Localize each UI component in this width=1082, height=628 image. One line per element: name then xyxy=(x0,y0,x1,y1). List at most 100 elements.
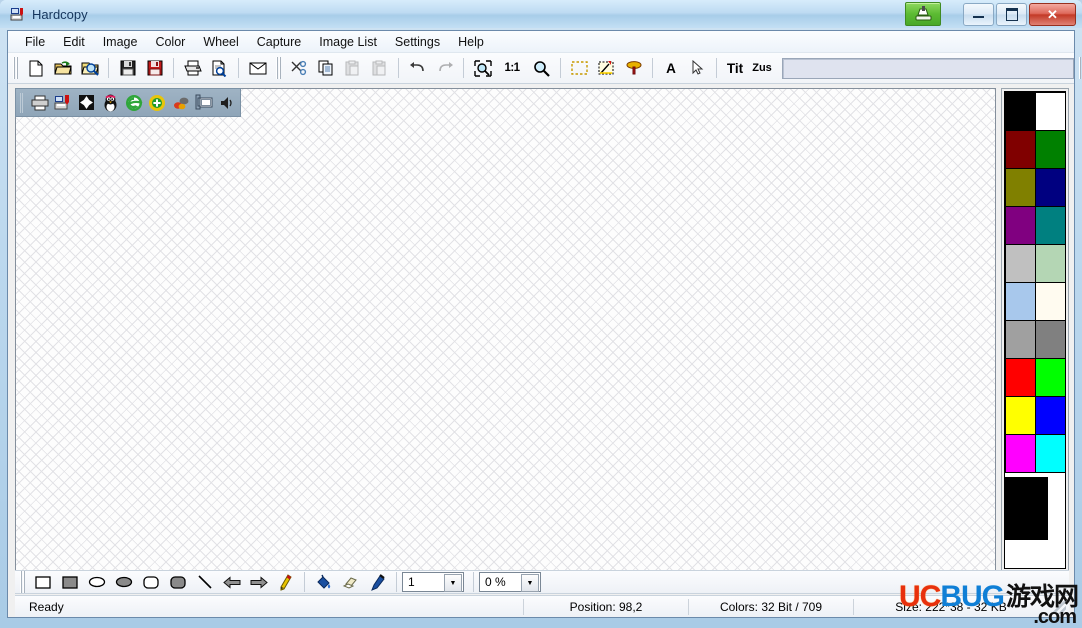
open-folder-icon[interactable] xyxy=(49,55,76,81)
rectangle-outline-tool[interactable] xyxy=(29,571,56,594)
line-tool[interactable] xyxy=(191,571,218,594)
palette-swatch[interactable] xyxy=(1005,320,1036,359)
grid-star-icon[interactable] xyxy=(75,90,98,115)
printer-icon[interactable] xyxy=(28,90,51,115)
scanner-capture-icon[interactable] xyxy=(905,2,941,26)
redo-icon[interactable] xyxy=(431,55,458,81)
zoom-fit-icon[interactable] xyxy=(469,55,496,81)
menu-wheel[interactable]: Wheel xyxy=(194,32,247,52)
zoom-actual-size[interactable]: 1:1 xyxy=(496,55,528,81)
speaker-icon[interactable] xyxy=(216,90,239,115)
application-window: Hardcopy ✕ xyxy=(0,0,1082,628)
toolbar-separator xyxy=(560,58,561,78)
pencil-tool[interactable] xyxy=(272,571,299,594)
quicklaunch-grip[interactable] xyxy=(20,93,24,113)
toolbar-grip-2[interactable] xyxy=(275,57,282,79)
palette-swatch[interactable] xyxy=(1035,396,1066,435)
palette-swatch[interactable] xyxy=(1005,434,1036,473)
foreground-color[interactable] xyxy=(1005,477,1048,540)
palette-swatch[interactable] xyxy=(1035,130,1066,169)
palette-swatch[interactable] xyxy=(1035,282,1066,321)
hardcopy-icon[interactable] xyxy=(52,90,75,115)
palette-swatch[interactable] xyxy=(1035,168,1066,207)
palette-swatch[interactable] xyxy=(1035,358,1066,397)
new-document-icon[interactable] xyxy=(22,55,49,81)
360-safeguard-icon[interactable] xyxy=(146,90,169,115)
paste-special-icon[interactable] xyxy=(366,55,393,81)
palette-row xyxy=(1005,320,1065,358)
palette-swatch[interactable] xyxy=(1005,168,1036,207)
save-as-icon[interactable] xyxy=(141,55,168,81)
palette-swatch[interactable] xyxy=(1035,92,1066,131)
palette-swatch[interactable] xyxy=(1005,244,1036,283)
palette-swatch[interactable] xyxy=(1035,206,1066,245)
palette-swatch[interactable] xyxy=(1005,130,1036,169)
menu-file[interactable]: File xyxy=(16,32,54,52)
palette-swatch[interactable] xyxy=(1005,282,1036,321)
toolbar-grip-3[interactable] xyxy=(1078,57,1082,79)
text-tool-icon[interactable]: A xyxy=(658,55,684,81)
paste-icon[interactable] xyxy=(339,55,366,81)
eyedropper-tool[interactable] xyxy=(364,571,391,594)
toolbar-grip[interactable] xyxy=(12,57,19,79)
rounded-rect-filled-tool[interactable] xyxy=(164,571,191,594)
save-icon[interactable] xyxy=(114,55,141,81)
menu-image-list[interactable]: Image List xyxy=(310,32,386,52)
eraser-tool[interactable] xyxy=(337,571,364,594)
copy-icon[interactable] xyxy=(312,55,339,81)
palette-swatch[interactable] xyxy=(1005,206,1036,245)
palette-swatch[interactable] xyxy=(1005,396,1036,435)
print-icon[interactable] xyxy=(179,55,206,81)
maximize-button[interactable] xyxy=(996,3,1027,26)
menu-image[interactable]: Image xyxy=(94,32,147,52)
print-preview-icon[interactable] xyxy=(206,55,233,81)
palette-swatch[interactable] xyxy=(1035,434,1066,473)
transparency-dropdown[interactable]: 0 % ▼ xyxy=(479,572,541,592)
current-colors[interactable] xyxy=(1005,472,1065,568)
image-canvas[interactable] xyxy=(15,88,996,572)
paint-bucket-tool[interactable] xyxy=(310,571,337,594)
menu-capture[interactable]: Capture xyxy=(248,32,310,52)
draw-tools-toolbar: 1 ▼ 0 % ▼ xyxy=(15,570,1069,594)
palette-swatch[interactable] xyxy=(1035,244,1066,283)
title-button[interactable]: Tit xyxy=(722,55,748,81)
menu-edit[interactable]: Edit xyxy=(54,32,94,52)
line-width-dropdown[interactable]: 1 ▼ xyxy=(402,572,464,592)
minimize-button[interactable] xyxy=(963,3,994,26)
menu-help[interactable]: Help xyxy=(449,32,493,52)
rounded-rect-outline-tool[interactable] xyxy=(137,571,164,594)
internet-explorer-icon[interactable] xyxy=(122,90,145,115)
select-rectangle-icon[interactable] xyxy=(566,55,593,81)
qq-penguin-icon[interactable] xyxy=(99,90,122,115)
palette-swatch[interactable] xyxy=(1005,358,1036,397)
drawtools-separator xyxy=(473,572,474,592)
undo-icon[interactable] xyxy=(404,55,431,81)
palette-swatch[interactable] xyxy=(1035,320,1066,359)
palette-swatch[interactable] xyxy=(1005,92,1036,131)
drawtools-grip[interactable] xyxy=(19,571,26,593)
zoom-icon[interactable] xyxy=(528,55,555,81)
chevron-down-icon[interactable]: ▼ xyxy=(444,574,462,592)
menu-color[interactable]: Color xyxy=(146,32,194,52)
ellipse-filled-tool[interactable] xyxy=(110,571,137,594)
toolbar-separator xyxy=(716,58,717,78)
open-search-icon[interactable] xyxy=(76,55,103,81)
arrow-left-tool[interactable] xyxy=(218,571,245,594)
cut-icon[interactable] xyxy=(285,55,312,81)
toolbar-text-field[interactable] xyxy=(782,58,1074,79)
paint-drops-icon[interactable] xyxy=(169,90,192,115)
rectangle-filled-tool[interactable] xyxy=(56,571,83,594)
screen-capture-icon[interactable] xyxy=(193,90,216,115)
magic-wand-icon[interactable] xyxy=(593,55,620,81)
palette-row xyxy=(1005,130,1065,168)
menu-settings[interactable]: Settings xyxy=(386,32,449,52)
ellipse-outline-tool[interactable] xyxy=(83,571,110,594)
chevron-down-icon[interactable]: ▼ xyxy=(521,574,539,592)
color-picker-icon[interactable] xyxy=(620,55,647,81)
mail-icon[interactable] xyxy=(244,55,271,81)
pointer-tool-icon[interactable] xyxy=(684,55,711,81)
arrow-right-tool[interactable] xyxy=(245,571,272,594)
close-button[interactable]: ✕ xyxy=(1029,3,1076,26)
extra-button[interactable]: Zus xyxy=(748,55,776,81)
resize-grip[interactable] xyxy=(1052,600,1066,614)
